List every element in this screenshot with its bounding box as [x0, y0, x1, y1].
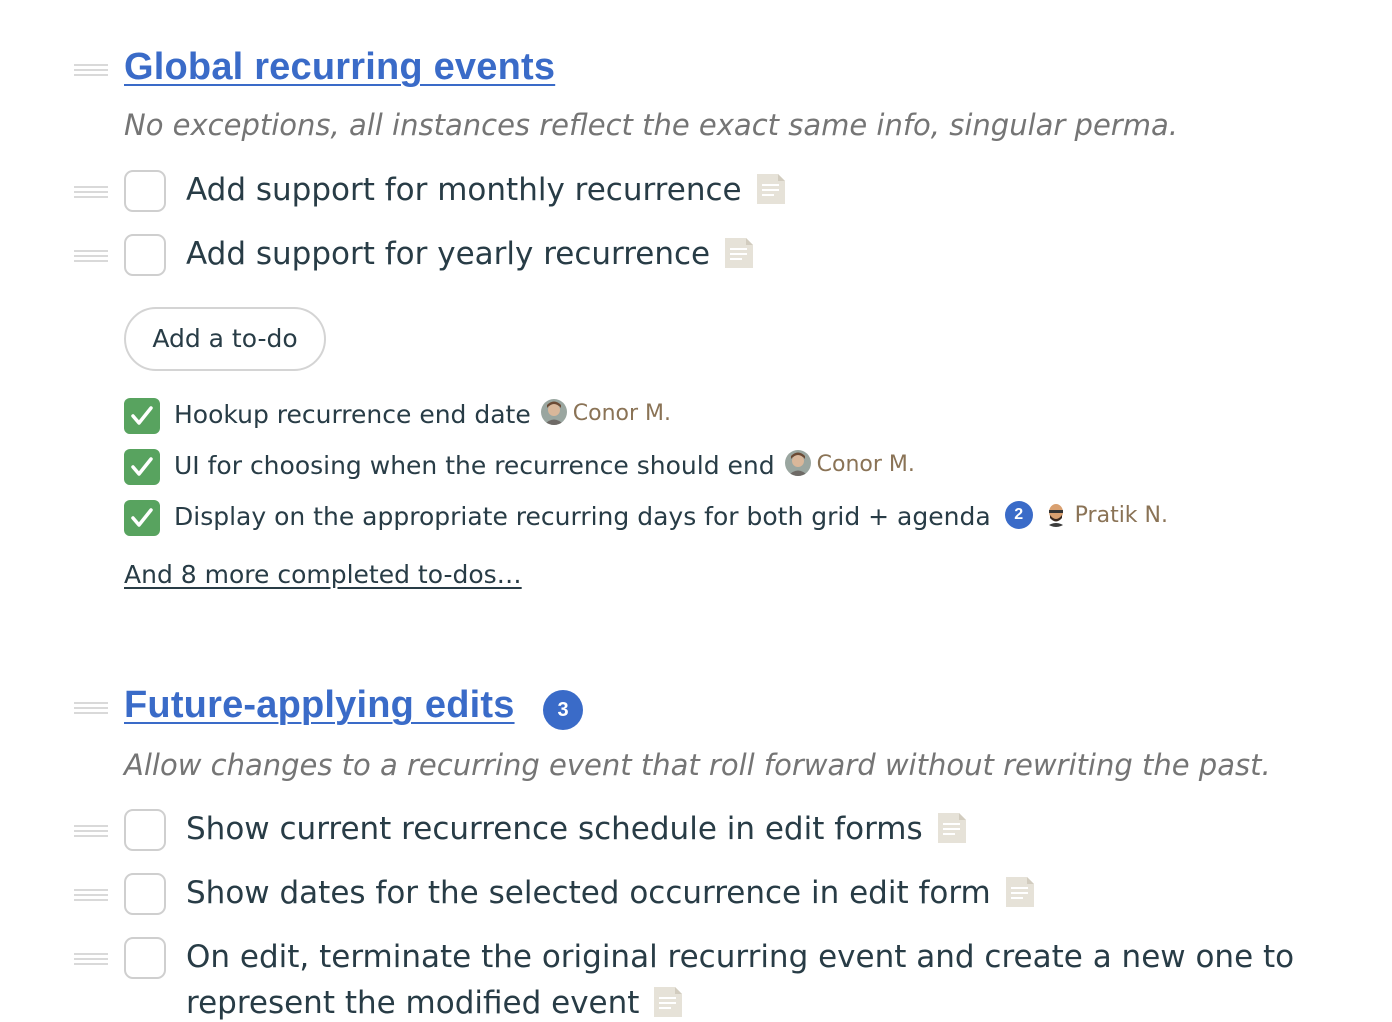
todo-label[interactable]: Add support for yearly recurrence: [186, 236, 710, 272]
drag-handle-icon[interactable]: [74, 953, 108, 965]
assignee[interactable]: Pratik N.: [1042, 501, 1168, 529]
completed-todo[interactable]: Hookup recurrence end date Conor M.: [174, 399, 671, 429]
assignee-name: Conor M.: [572, 401, 671, 426]
assignee[interactable]: Conor M.: [540, 399, 671, 427]
note-icon: [754, 172, 788, 206]
drag-handle-icon[interactable]: [74, 186, 108, 198]
drag-handle-icon[interactable]: [74, 702, 108, 714]
todo-checkbox[interactable]: [124, 873, 166, 915]
list-title[interactable]: Global recurring events: [124, 46, 555, 89]
assignee-name: Conor M.: [816, 452, 915, 477]
todo-checkbox[interactable]: [124, 937, 166, 979]
comment-count-badge[interactable]: 3: [543, 690, 583, 730]
avatar: [540, 399, 567, 425]
list-title[interactable]: Future-applying edits: [124, 684, 515, 727]
drag-handle-icon[interactable]: [74, 250, 108, 262]
assignee-name: Pratik N.: [1074, 503, 1168, 528]
todo-item[interactable]: On edit, terminate the original recurrin…: [186, 939, 1294, 975]
completed-checkbox[interactable]: [124, 449, 160, 485]
todo-label[interactable]: Show current recurrence schedule in edit…: [186, 811, 923, 847]
todo-checkbox[interactable]: [124, 809, 166, 851]
checkmark-icon: [131, 406, 153, 425]
note-icon: [651, 985, 685, 1019]
completed-checkbox[interactable]: [124, 500, 160, 536]
list-description: No exceptions, all instances reflect the…: [124, 108, 1178, 142]
drag-handle-icon[interactable]: [74, 64, 108, 76]
note-icon: [1003, 875, 1037, 909]
comment-count-badge[interactable]: 2: [1004, 501, 1033, 529]
completed-checkbox[interactable]: [124, 398, 160, 434]
checkmark-icon: [131, 457, 153, 476]
todo-label[interactable]: Show dates for the selected occurrence i…: [186, 875, 991, 911]
todo-label[interactable]: represent the modified event: [186, 985, 639, 1021]
todo-label[interactable]: On edit, terminate the original recurrin…: [186, 939, 1294, 975]
checkmark-icon: [131, 508, 153, 527]
avatar: [1042, 501, 1069, 527]
drag-handle-icon[interactable]: [74, 889, 108, 901]
completed-label[interactable]: UI for choosing when the recurrence shou…: [174, 451, 775, 480]
add-todo-button[interactable]: Add a to-do: [124, 307, 326, 371]
todo-item[interactable]: Show dates for the selected occurrence i…: [186, 875, 1037, 912]
more-completed-link[interactable]: And 8 more completed to-dos…: [124, 560, 522, 589]
note-icon: [722, 236, 756, 270]
completed-todo[interactable]: UI for choosing when the recurrence shou…: [174, 450, 915, 480]
note-icon: [935, 811, 969, 845]
completed-label[interactable]: Display on the appropriate recurring day…: [174, 502, 991, 531]
todo-item[interactable]: Add support for monthly recurrence: [186, 172, 788, 209]
todo-checkbox[interactable]: [124, 170, 166, 212]
todo-item-continued[interactable]: represent the modified event: [186, 985, 685, 1022]
completed-label[interactable]: Hookup recurrence end date: [174, 400, 531, 429]
todo-checkbox[interactable]: [124, 234, 166, 276]
list-description: Allow changes to a recurring event that …: [124, 748, 1271, 782]
todo-item[interactable]: Show current recurrence schedule in edit…: [186, 811, 969, 848]
todo-label[interactable]: Add support for monthly recurrence: [186, 172, 742, 208]
assignee[interactable]: Conor M.: [784, 450, 915, 478]
completed-todo[interactable]: Display on the appropriate recurring day…: [174, 501, 1168, 532]
todo-item[interactable]: Add support for yearly recurrence: [186, 236, 756, 273]
drag-handle-icon[interactable]: [74, 825, 108, 837]
avatar: [784, 450, 811, 476]
